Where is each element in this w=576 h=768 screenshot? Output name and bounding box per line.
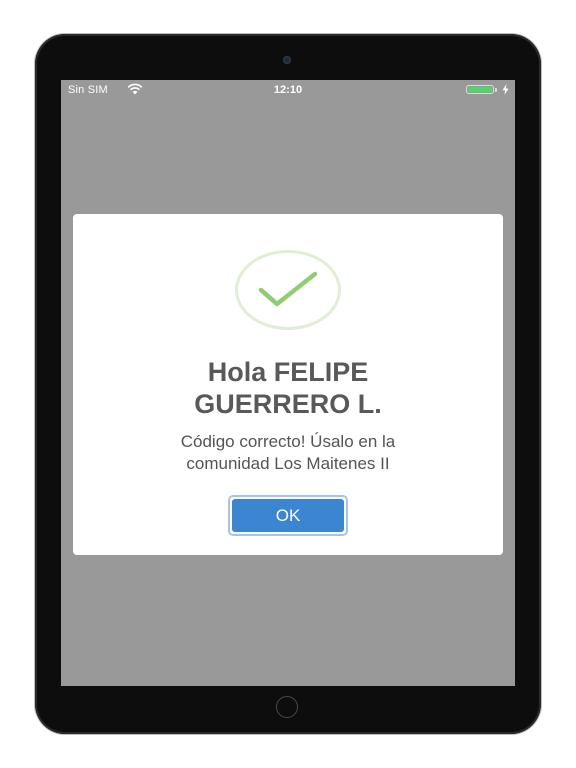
ok-button-label: OK [232,499,344,532]
clock-time: 12:10 [273,84,303,96]
dialog-title-line-1: Hola FELIPE [207,357,369,387]
battery-tip [495,88,497,92]
battery-icon [466,85,494,94]
front-camera [283,56,291,64]
checkmark-success-icon [235,250,341,330]
status-bar: Sin SIM 12:10 [61,80,515,100]
dialog-title: Hola FELIPE GUERRERO L. [93,356,483,420]
checkmark-icon [258,271,318,307]
home-button[interactable] [276,696,298,718]
battery-level-fill [468,87,492,92]
tablet-frame: Sin SIM 12:10 Hola FELIPE GUERRERO L. Có… [35,34,541,734]
dialog-message-line-2: comunidad Los Maitenes II [186,454,390,473]
dialog-message-line-1: Código correcto! Úsalo en la [180,432,396,451]
dialog-title-line-2: GUERRERO L. [194,389,382,419]
ok-button[interactable]: OK [228,495,348,536]
charging-bolt-icon [502,84,509,95]
dialog-message: Código correcto! Úsalo en la comunidad L… [93,431,483,475]
success-dialog: Hola FELIPE GUERRERO L. Código correcto!… [73,214,503,555]
screen: Sin SIM 12:10 Hola FELIPE GUERRERO L. Có… [61,80,515,686]
